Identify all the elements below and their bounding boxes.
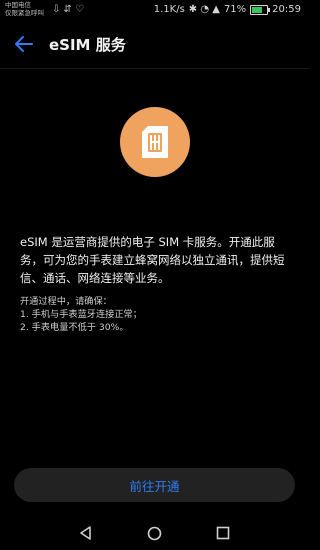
nav-recents-icon[interactable] (216, 526, 230, 540)
battery-percent: 71% (223, 4, 247, 15)
clock: 20:59 (272, 4, 301, 15)
back-arrow-icon[interactable] (12, 32, 36, 56)
battery-icon (250, 4, 271, 15)
nav-home-icon[interactable] (147, 526, 162, 541)
requirements: 开通过程中，请确保： 1. 手机与手表蓝牙连接正常； 2. 手表电量不低于 30… (20, 295, 292, 334)
carrier-name: 中国电信 (5, 1, 31, 9)
divider (0, 68, 309, 69)
requirements-heading: 开通过程中，请确保： (20, 296, 112, 307)
nav-back-icon[interactable] (79, 526, 93, 540)
system-nav-bar (0, 516, 309, 550)
carrier-status: 仅限紧急呼叫 (5, 9, 44, 17)
status-bar: 中国电信 仅限紧急呼叫 ⇩ ⇵ ♡ 1.1K/s ✱ ◔ ▲ 71% 20:59 (0, 0, 309, 22)
activate-button[interactable]: 前往开通 (14, 468, 295, 502)
page-title: eSIM 服务 (49, 36, 126, 54)
status-icons: ✱ ◔ ▲ (188, 4, 220, 15)
notification-icons: ⇩ ⇵ ♡ (52, 4, 85, 15)
carrier-info: 中国电信 仅限紧急呼叫 (5, 1, 44, 17)
network-speed: 1.1K/s (153, 4, 185, 15)
esim-hero (120, 107, 190, 177)
status-right: 1.1K/s ✱ ◔ ▲ 71% 20:59 (154, 4, 301, 15)
app-bar: eSIM 服务 (0, 22, 309, 68)
esim-description: eSIM 是运营商提供的电子 SIM 卡服务。开通此服务，可为您的手表建立蜂窝网… (20, 235, 285, 285)
requirement-item: 1. 手机与手表蓝牙连接正常； (20, 309, 142, 320)
requirement-item: 2. 手表电量不低于 30%。 (20, 322, 129, 333)
sim-card-icon (142, 126, 168, 158)
